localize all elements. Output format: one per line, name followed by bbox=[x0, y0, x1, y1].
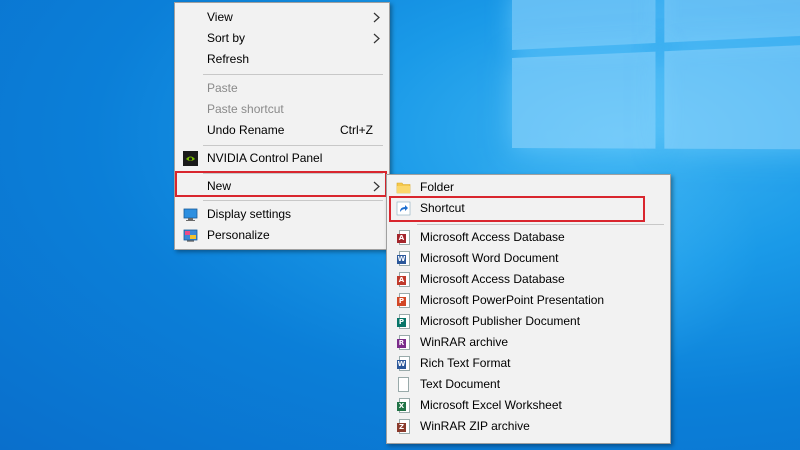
desktop-context-menu: View Sort by Refresh Paste Paste shortcu… bbox=[174, 2, 390, 250]
nvidia-icon bbox=[183, 151, 198, 166]
excel-file-icon: X bbox=[397, 398, 410, 413]
winrar-file-icon: R bbox=[397, 335, 410, 350]
text-file-icon bbox=[397, 377, 410, 392]
menu-separator bbox=[203, 145, 383, 146]
publisher-file-icon: P bbox=[397, 314, 410, 329]
submenu-item-excel-worksheet[interactable]: X Microsoft Excel Worksheet bbox=[387, 395, 670, 416]
menu-item-personalize[interactable]: Personalize bbox=[175, 225, 389, 246]
menu-item-paste-shortcut: Paste shortcut bbox=[207, 102, 284, 116]
chevron-right-icon bbox=[373, 12, 380, 23]
chevron-right-icon bbox=[373, 33, 380, 44]
personalize-icon bbox=[183, 229, 198, 242]
undo-shortcut-key: Ctrl+Z bbox=[340, 123, 373, 137]
rich-text-file-icon: W bbox=[397, 356, 410, 371]
folder-icon bbox=[396, 182, 411, 194]
menu-separator bbox=[203, 74, 383, 75]
menu-item-refresh[interactable]: Refresh bbox=[175, 49, 389, 70]
access-file-icon: A bbox=[397, 272, 410, 287]
powerpoint-file-icon: P bbox=[397, 293, 410, 308]
highlight-box-new bbox=[175, 171, 387, 197]
menu-item-nvidia-control-panel[interactable]: NVIDIA Control Panel bbox=[175, 148, 389, 169]
submenu-item-winrar-zip[interactable]: Z WinRAR ZIP archive bbox=[387, 416, 670, 437]
menu-separator bbox=[203, 200, 383, 201]
submenu-item-folder[interactable]: Folder bbox=[387, 177, 670, 198]
submenu-item-powerpoint[interactable]: P Microsoft PowerPoint Presentation bbox=[387, 290, 670, 311]
submenu-item-word-document[interactable]: W Microsoft Word Document bbox=[387, 248, 670, 269]
word-file-icon: W bbox=[397, 251, 410, 266]
display-settings-icon bbox=[183, 208, 198, 221]
submenu-separator bbox=[417, 224, 664, 225]
menu-item-view[interactable]: View bbox=[175, 7, 389, 28]
menu-item-display-settings[interactable]: Display settings bbox=[175, 204, 389, 225]
highlight-box-shortcut bbox=[389, 196, 645, 222]
submenu-item-winrar-archive[interactable]: R WinRAR archive bbox=[387, 332, 670, 353]
submenu-item-access-database-2[interactable]: A Microsoft Access Database bbox=[387, 269, 670, 290]
submenu-item-publisher[interactable]: P Microsoft Publisher Document bbox=[387, 311, 670, 332]
menu-item-sort-by[interactable]: Sort by bbox=[175, 28, 389, 49]
submenu-item-text-document[interactable]: Text Document bbox=[387, 374, 670, 395]
menu-item-undo-rename[interactable]: Undo Rename Ctrl+Z bbox=[175, 120, 389, 141]
winrar-zip-file-icon: Z bbox=[397, 419, 410, 434]
new-submenu: Folder Shortcut A Microsoft Access Datab… bbox=[386, 174, 671, 444]
menu-item-paste: Paste bbox=[207, 81, 238, 95]
access-file-icon: A bbox=[397, 230, 410, 245]
submenu-item-rich-text[interactable]: W Rich Text Format bbox=[387, 353, 670, 374]
submenu-item-access-database[interactable]: A Microsoft Access Database bbox=[387, 227, 670, 248]
